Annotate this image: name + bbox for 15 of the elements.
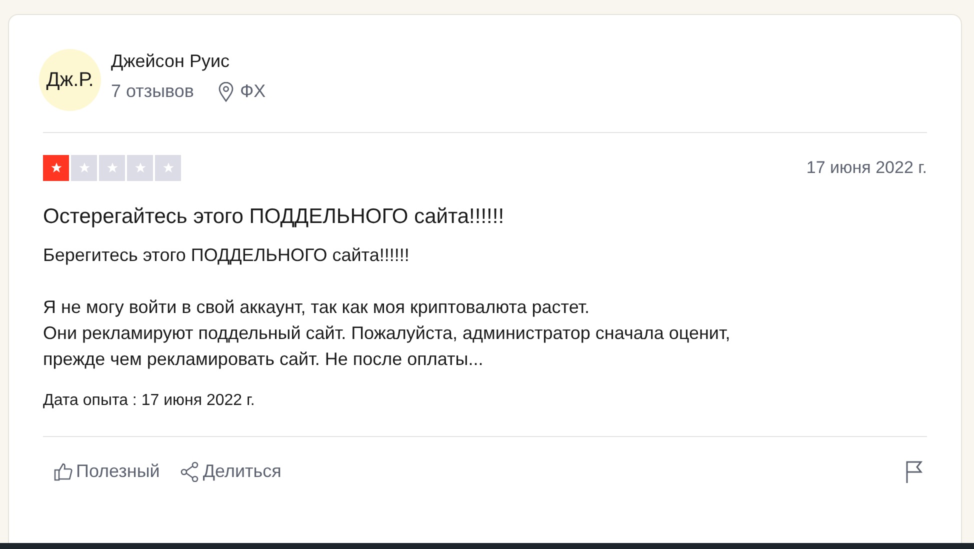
share-button[interactable]: Делиться	[170, 457, 292, 486]
avatar: Дж.Р.	[39, 49, 101, 111]
review-text: Берегитесь этого ПОДДЕЛЬНОГО сайта!!!!!!	[43, 244, 410, 267]
review-title[interactable]: Остерегайтесь этого ПОДДЕЛЬНОГО сайта!!!!!!	[43, 205, 927, 229]
location-pin-icon	[218, 82, 234, 102]
location: ФХ	[240, 81, 266, 102]
thumbs-up-icon	[53, 461, 73, 482]
reviewer-name[interactable]: Джейсон Руис	[111, 51, 266, 72]
experience-date: Дата опыта : 17 июня 2022 г.	[43, 392, 256, 410]
useful-button[interactable]: Полезный	[43, 457, 170, 486]
review-date: 17 июня 2022 г.	[806, 158, 927, 178]
flag-icon[interactable]	[905, 460, 925, 484]
review-text: Я не могу войти в свой аккаунт, так как моя криптовалюта растет. Они рекламируют поддельный сайт. Пожалуйста, администратор сначала оценит, прежде чем рекламировать сайт. Не после оплаты...	[43, 296, 732, 371]
share-icon	[180, 461, 200, 482]
review-count: 7 отзывов	[111, 81, 194, 102]
